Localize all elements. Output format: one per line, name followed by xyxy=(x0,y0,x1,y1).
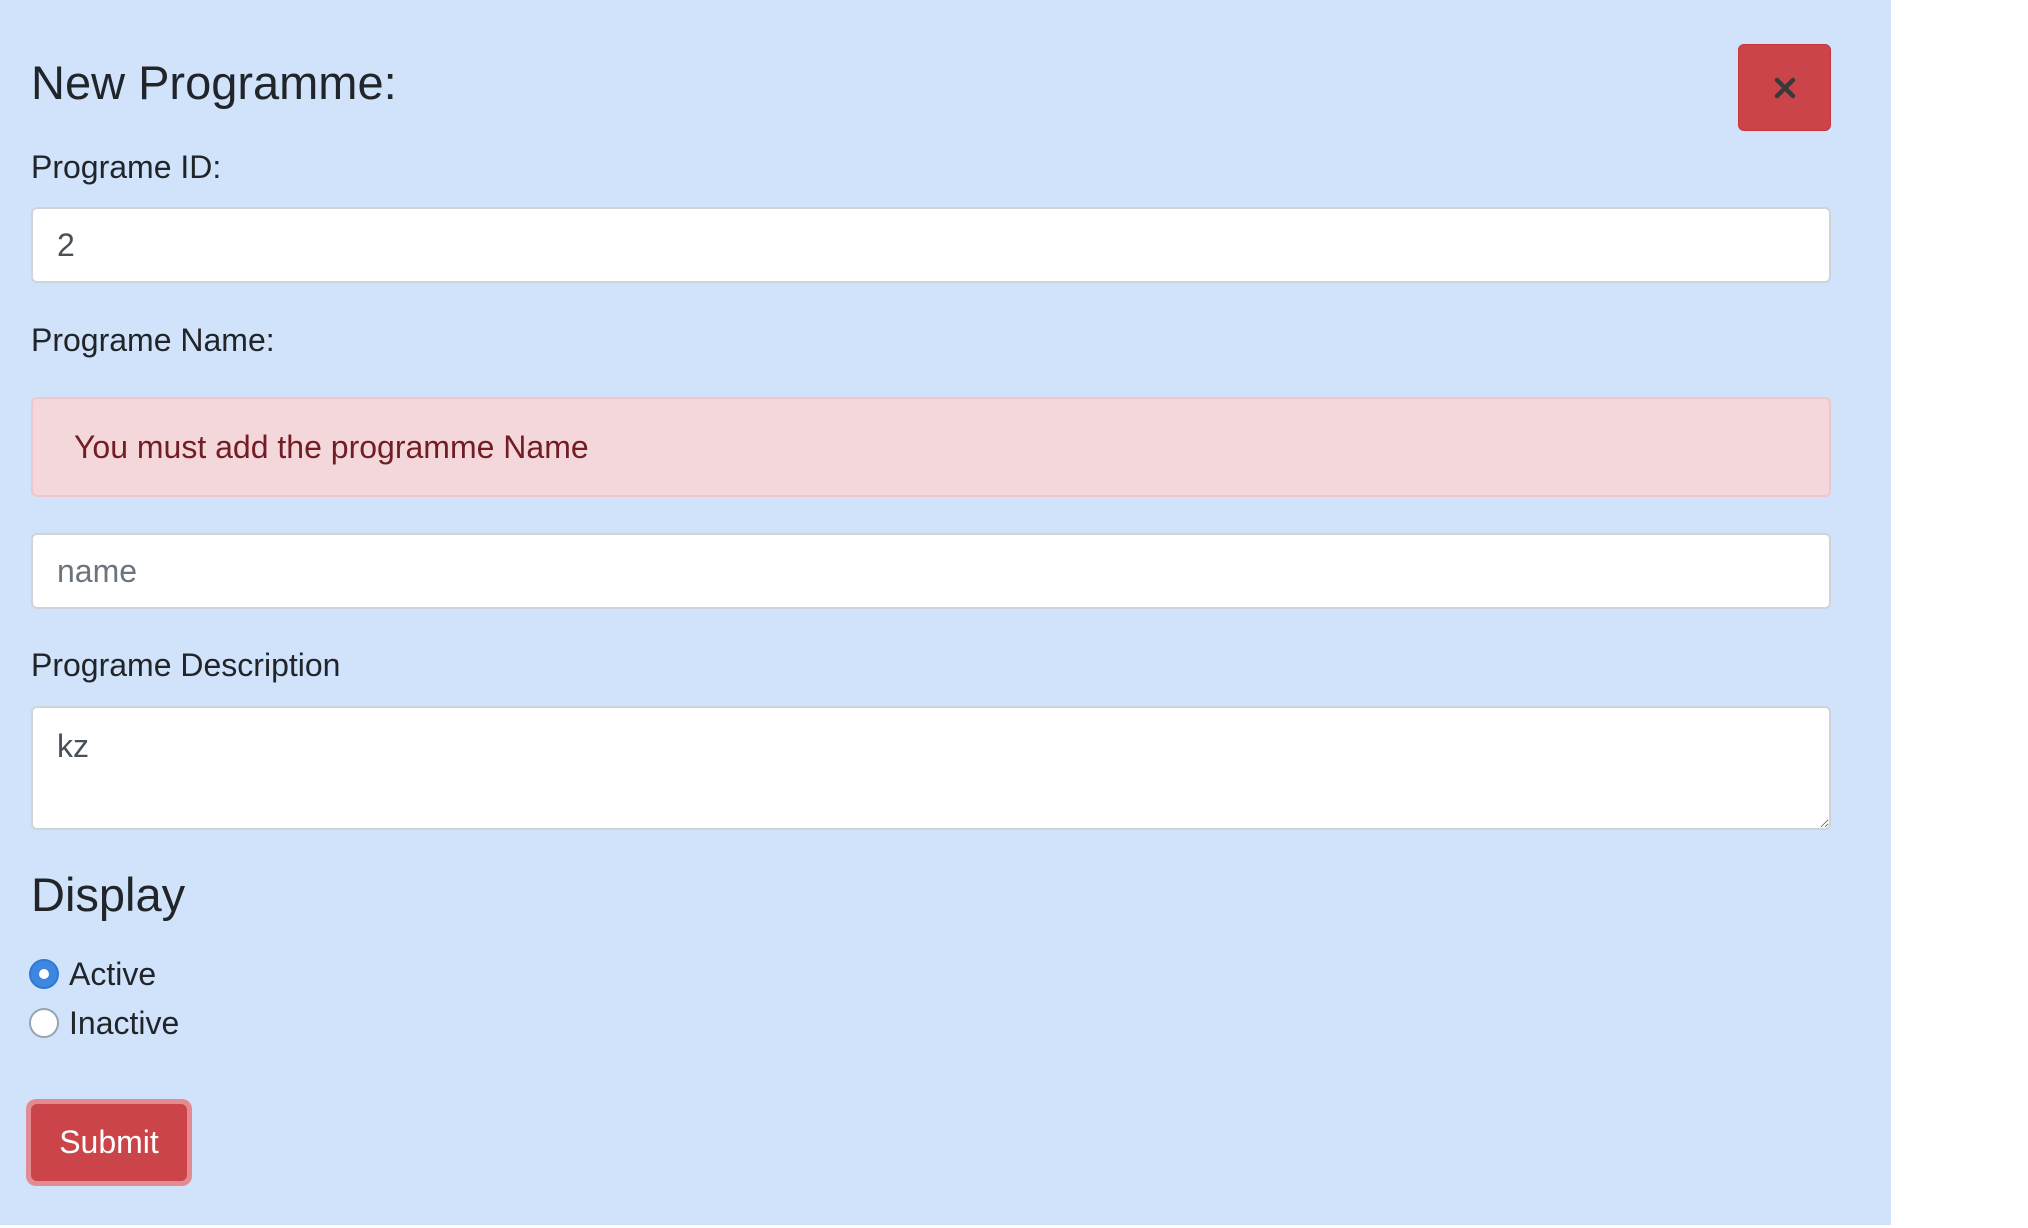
programme-id-label: Programe ID: xyxy=(31,149,222,185)
close-icon xyxy=(1774,77,1795,98)
new-programme-panel: New Programme: Programe ID: Programe Nam… xyxy=(0,0,1891,1225)
submit-button-label: Submit xyxy=(31,1104,187,1181)
name-error-text: You must add the programme Name xyxy=(74,428,589,465)
radio-active[interactable]: Active xyxy=(29,954,156,994)
programme-name-input[interactable] xyxy=(31,533,1831,609)
form-title: New Programme: xyxy=(31,56,397,109)
programme-id-input[interactable] xyxy=(31,207,1831,283)
radio-active-label: Active xyxy=(69,956,157,992)
close-button[interactable] xyxy=(1738,44,1831,131)
programme-name-label: Programe Name: xyxy=(31,322,275,358)
radio-inactive[interactable]: Inactive xyxy=(29,1003,179,1043)
radio-inactive-label: Inactive xyxy=(69,1005,180,1041)
programme-description-label: Programe Description xyxy=(31,647,341,683)
submit-button[interactable]: Submit xyxy=(26,1099,192,1186)
programme-description-textarea[interactable]: kz xyxy=(31,706,1831,830)
name-error-alert: You must add the programme Name xyxy=(31,397,1831,497)
radio-inactive-control[interactable] xyxy=(29,1008,59,1038)
radio-active-control[interactable] xyxy=(29,959,59,989)
display-section-title: Display xyxy=(31,868,186,921)
